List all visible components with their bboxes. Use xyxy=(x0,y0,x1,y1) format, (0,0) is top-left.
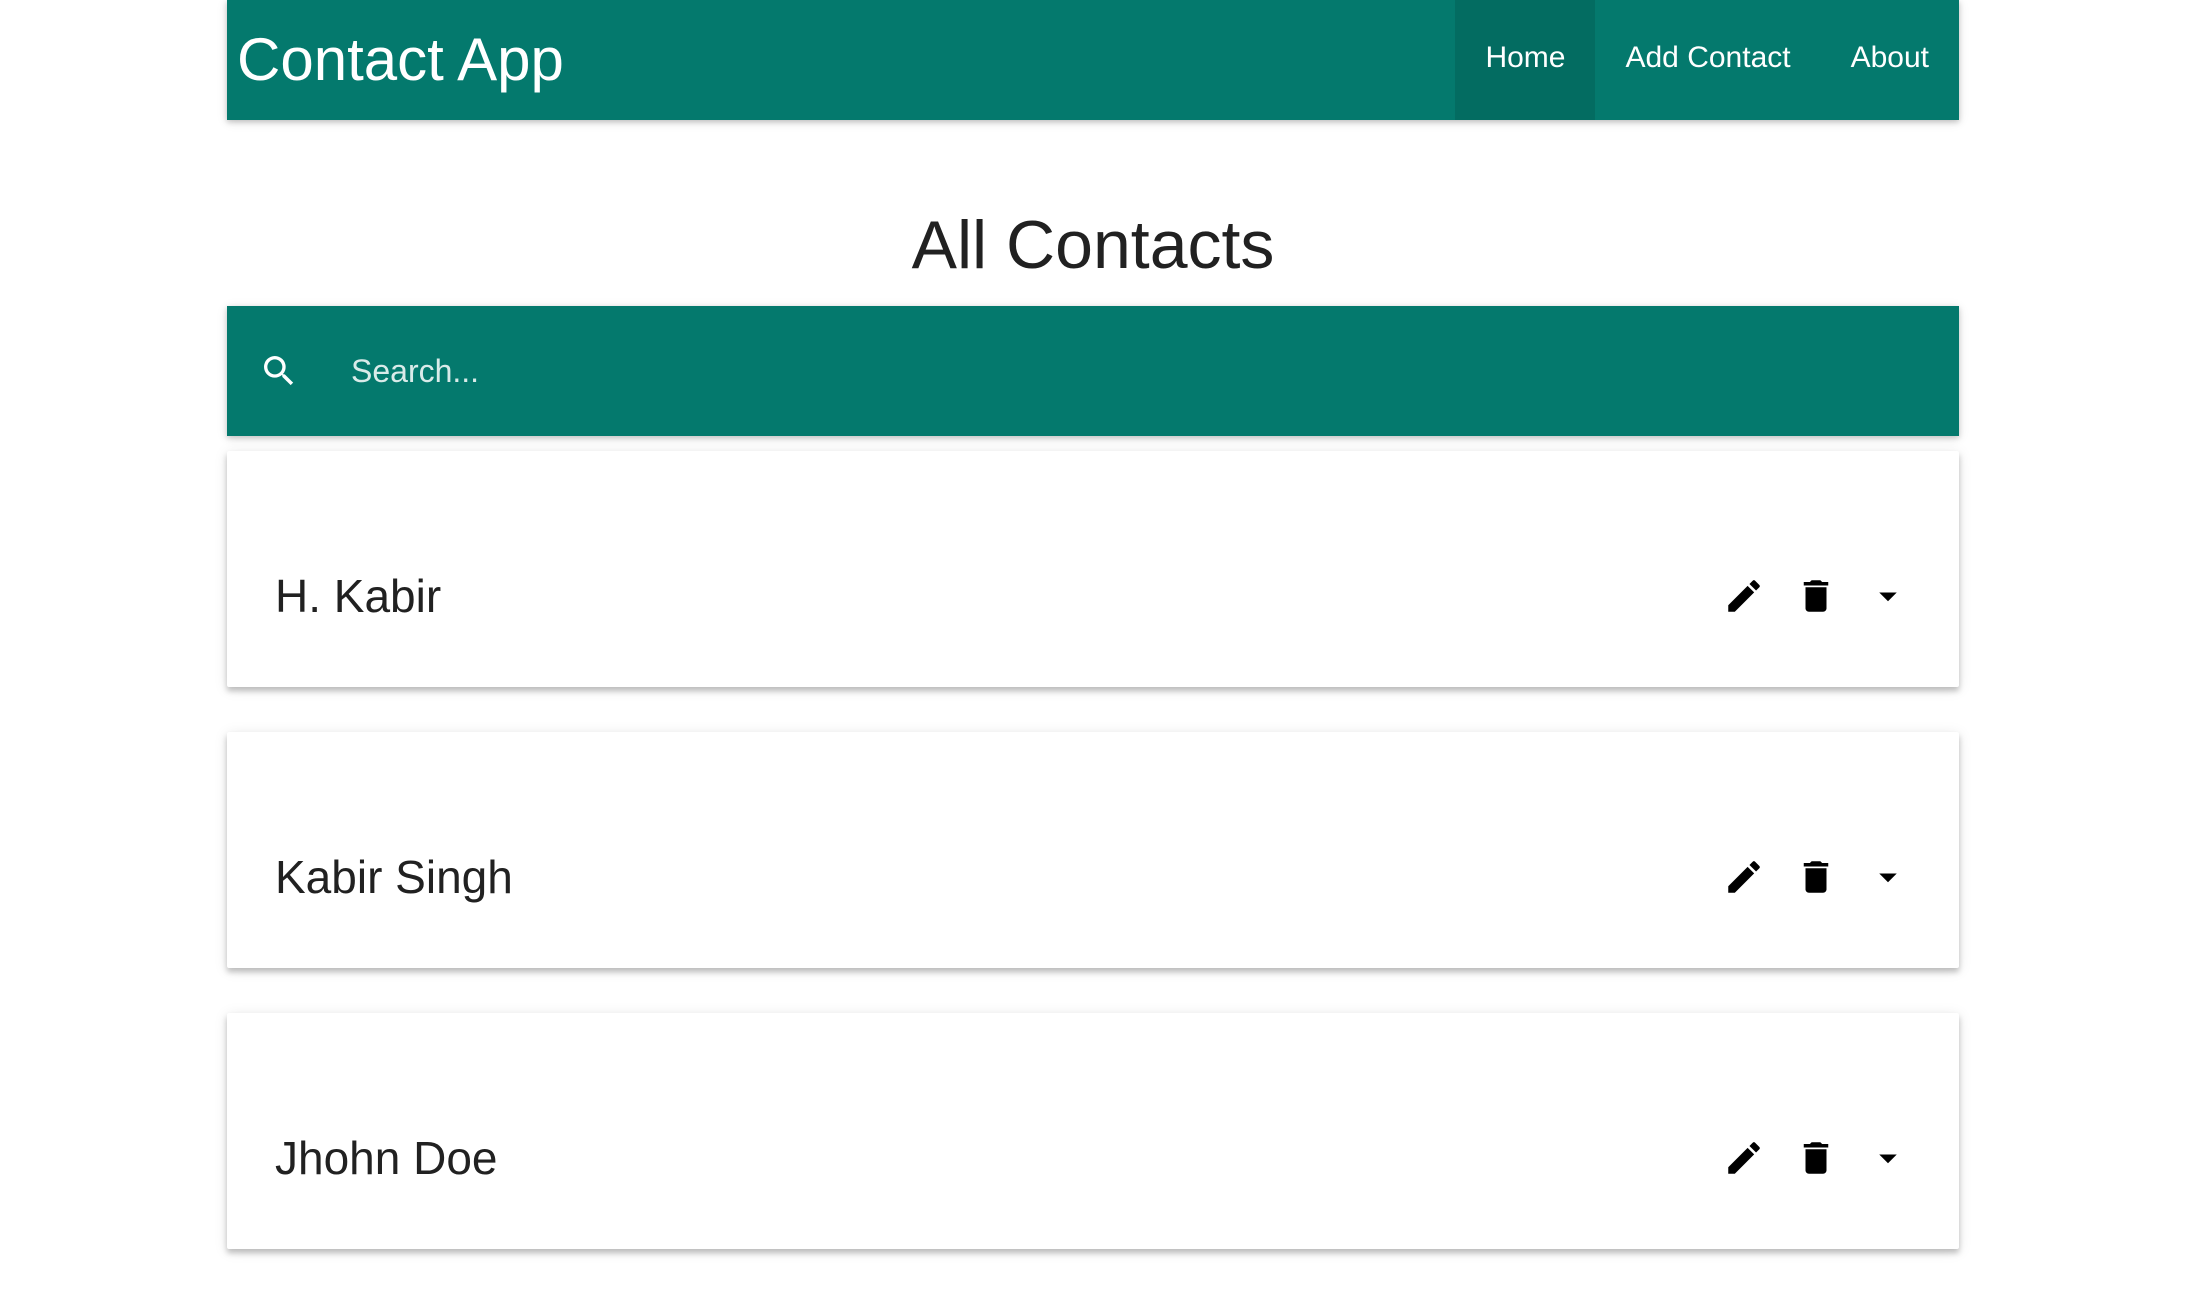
nav-link-home[interactable]: Home xyxy=(1455,0,1596,120)
search-icon xyxy=(264,356,294,386)
brand-logo[interactable]: Contact App xyxy=(237,0,564,120)
page-title: All Contacts xyxy=(911,207,1275,283)
contact-list: H. Kabir Kabir Singh Jhohn Doe xyxy=(227,451,1959,1294)
arrow-drop-down-icon[interactable] xyxy=(1867,575,1909,617)
trash-icon[interactable] xyxy=(1795,575,1837,617)
pencil-icon[interactable] xyxy=(1723,575,1765,617)
contact-name: Jhohn Doe xyxy=(275,1132,498,1184)
trash-icon[interactable] xyxy=(1795,1137,1837,1179)
arrow-drop-down-icon[interactable] xyxy=(1867,1137,1909,1179)
contact-actions xyxy=(1693,566,1909,626)
nav-link-add-contact[interactable]: Add Contact xyxy=(1595,0,1820,120)
navbar: Contact App Home Add Contact About xyxy=(227,0,1959,120)
search-input[interactable] xyxy=(349,340,1853,402)
arrow-drop-down-icon[interactable] xyxy=(1867,856,1909,898)
contact-card: Kabir Singh xyxy=(227,732,1959,968)
app-container: Contact App Home Add Contact About All C… xyxy=(227,0,1959,1249)
pencil-icon[interactable] xyxy=(1723,856,1765,898)
pencil-icon[interactable] xyxy=(1723,1137,1765,1179)
trash-icon[interactable] xyxy=(1795,856,1837,898)
nav-link-about[interactable]: About xyxy=(1821,0,1959,120)
contact-card: H. Kabir xyxy=(227,451,1959,687)
contact-name: H. Kabir xyxy=(275,570,442,622)
contact-actions xyxy=(1693,847,1909,907)
contact-name: Kabir Singh xyxy=(275,851,513,903)
contact-actions xyxy=(1693,1128,1909,1188)
nav-links: Home Add Contact About xyxy=(1455,0,1959,120)
search-bar xyxy=(227,306,1959,436)
contact-card: Jhohn Doe xyxy=(227,1013,1959,1249)
